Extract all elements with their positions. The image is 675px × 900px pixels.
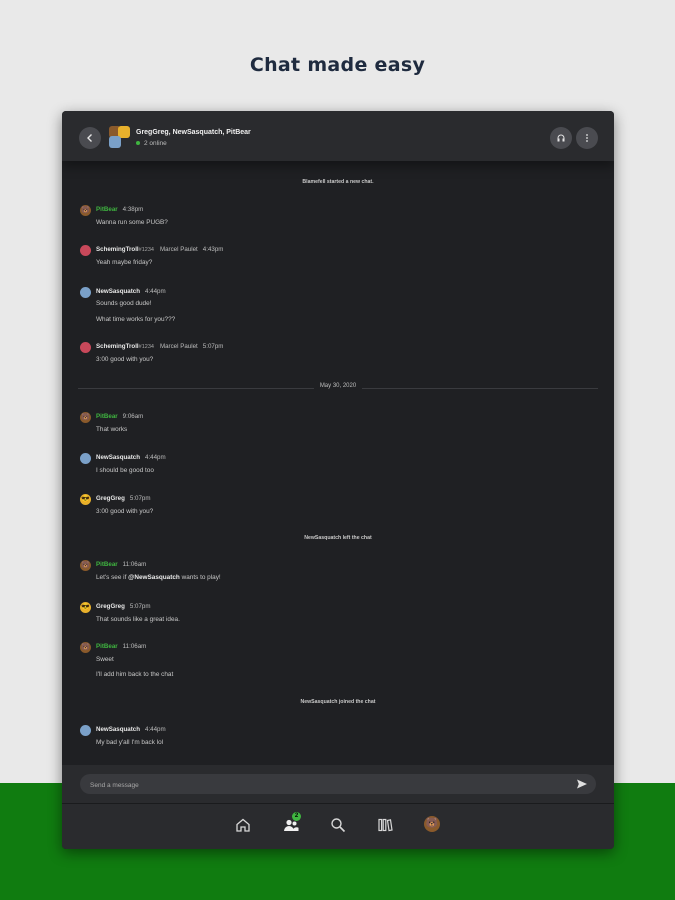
message-text: Let's see if @NewSasquatch wants to play… <box>96 574 221 581</box>
timestamp: 4:44pm <box>145 288 166 295</box>
timestamp: 4:43pm <box>202 246 224 253</box>
avatar <box>80 342 91 353</box>
avatar: 😎 <box>80 494 91 505</box>
send-button[interactable] <box>576 778 588 790</box>
gamertag-suffix: #1234 <box>138 247 154 253</box>
compose-bar <box>62 765 614 803</box>
system-message: NewSasquatch left the chat <box>304 535 372 541</box>
library-icon <box>378 818 393 832</box>
avatar: 🐻 <box>80 560 91 571</box>
sender-name[interactable]: GregGreg <box>96 495 125 502</box>
online-status: 2 online <box>136 140 167 147</box>
date-label: May 30, 2020 <box>313 383 363 389</box>
message-text: Sounds good dude! <box>96 300 152 307</box>
avatar: 🐻 <box>80 412 91 423</box>
home-icon <box>236 818 250 832</box>
message-text: Sweet <box>96 656 114 663</box>
avatar <box>80 725 91 736</box>
chevron-left-icon <box>87 134 92 142</box>
online-count: 2 online <box>144 140 167 147</box>
group-avatar <box>109 126 131 148</box>
message-text: My bad y'all I'm back lol <box>96 739 164 746</box>
message-input-wrapper <box>80 774 596 794</box>
bottom-nav: 2 🐻 <box>62 803 614 849</box>
headset-icon <box>557 134 565 142</box>
conversation-title: GregGreg, NewSasquatch, PitBear <box>136 129 251 136</box>
message-text: 3:00 good with you? <box>96 508 154 515</box>
nav-search[interactable] <box>329 816 347 834</box>
message-text: I'll add him back to the chat <box>96 671 174 678</box>
sender-name[interactable]: NewSasquatch <box>96 726 140 733</box>
timestamp: 11:06am <box>122 561 147 568</box>
sender-name[interactable]: PitBear <box>96 643 118 650</box>
timestamp: 4:44pm <box>145 726 166 733</box>
avatar <box>80 453 91 464</box>
message-list[interactable]: Blamefell started a new chat. 🐻 PitBear 4… <box>62 161 614 765</box>
sender-name[interactable]: PitBear <box>96 561 118 568</box>
mention-link[interactable]: @NewSasquatch <box>128 574 180 581</box>
timestamp: 5:07pm <box>129 495 151 502</box>
timestamp: 11:06am <box>122 643 147 650</box>
message-text: That works <box>96 426 128 433</box>
sender-name[interactable]: NewSasquatch <box>96 454 140 461</box>
message-text: That sounds like a great idea. <box>96 616 180 623</box>
system-message: Blamefell started a new chat. <box>302 179 374 185</box>
more-options-button[interactable] <box>576 127 598 149</box>
voice-party-button[interactable] <box>550 127 572 149</box>
friends-badge: 2 <box>292 812 301 821</box>
date-separator: May 30, 2020 <box>78 383 598 393</box>
avatar: 🐻 <box>80 205 91 216</box>
send-icon <box>577 779 587 789</box>
timestamp: 5:07pm <box>202 343 224 350</box>
profile-avatar: 🐻 <box>424 816 440 832</box>
message-text: I should be good too <box>96 467 154 474</box>
nav-library[interactable] <box>376 816 394 834</box>
search-icon <box>331 818 346 833</box>
nav-profile[interactable]: 🐻 <box>424 816 442 834</box>
avatar <box>80 245 91 256</box>
sender-name[interactable]: GregGreg <box>96 603 125 610</box>
sender-name[interactable]: PitBear <box>96 206 118 213</box>
nav-social[interactable]: 2 <box>282 812 301 834</box>
real-name: Marcel Paulet <box>159 246 198 253</box>
message-text: What time works for you??? <box>96 316 176 323</box>
timestamp: 5:07pm <box>129 603 151 610</box>
avatar: 🐻 <box>80 642 91 653</box>
timestamp: 4:38pm <box>122 206 144 213</box>
headline: Chat made easy <box>249 54 426 76</box>
message-text: Wanna run some PUGB? <box>96 219 168 226</box>
message-text: 3:00 good with you? <box>96 356 154 363</box>
online-dot-icon <box>136 141 140 146</box>
avatar: 😎 <box>80 602 91 613</box>
sender-name[interactable]: SchemingTroll <box>96 246 139 253</box>
chat-header: GregGreg, NewSasquatch, PitBear 2 online <box>62 111 614 161</box>
avatar <box>80 287 91 298</box>
sender-name[interactable]: SchemingTroll <box>96 343 139 350</box>
app-window: GregGreg, NewSasquatch, PitBear 2 online… <box>62 111 614 849</box>
back-button[interactable] <box>79 127 101 149</box>
sender-name[interactable]: PitBear <box>96 413 118 420</box>
message-text: Yeah maybe friday? <box>96 259 153 266</box>
timestamp: 4:44pm <box>145 454 166 461</box>
sender-name[interactable]: NewSasquatch <box>96 288 140 295</box>
more-vertical-icon <box>586 134 588 142</box>
timestamp: 9:06am <box>122 413 144 420</box>
gamertag-suffix: #1234 <box>138 344 154 350</box>
real-name: Marcel Paulet <box>159 343 198 350</box>
message-input[interactable] <box>88 777 562 793</box>
nav-home[interactable] <box>234 816 252 834</box>
system-message: NewSasquatch joined the chat <box>300 699 376 705</box>
